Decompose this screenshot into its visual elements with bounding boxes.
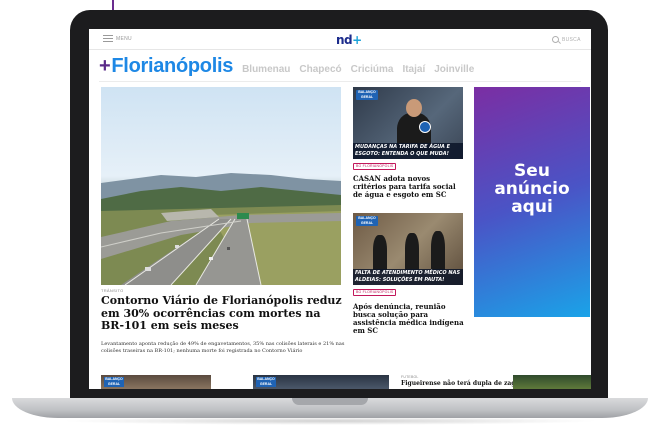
city-tab-chapeco[interactable]: Chapecó: [299, 64, 341, 75]
logo-text: nd: [336, 33, 353, 47]
balanco-geral-badge: BALANÇO GERAL: [356, 90, 378, 100]
main-story-kicker: TRÂNSITO: [101, 288, 124, 293]
main-story-title[interactable]: Contorno Viário de Florianópolis reduz e…: [101, 294, 346, 333]
side-story-image-2[interactable]: BALANÇO GERAL FALTA DE ATENDIMENTO MÉDIC…: [353, 213, 463, 285]
city-tab-criciuma[interactable]: Criciúma: [351, 64, 394, 75]
nav-divider: [99, 81, 581, 82]
bottom-story-image-2[interactable]: BALANÇO GERAL: [253, 375, 389, 389]
reporter-head: [406, 99, 422, 117]
browser-screen: MENU nd+ BUSCA +Florianópolis Blumenau C…: [89, 29, 591, 389]
balanco-geral-badge: BALANÇO GERAL: [356, 216, 378, 226]
search-label: BUSCA: [562, 36, 581, 43]
hamburger-icon: [103, 35, 113, 42]
city-tab-blumenau[interactable]: Blumenau: [242, 64, 290, 75]
site-header: MENU nd+ BUSCA: [89, 29, 591, 50]
laptop-shadow: [60, 417, 600, 425]
search-icon: [552, 36, 559, 43]
menu-button[interactable]: MENU: [103, 35, 132, 42]
city-tab-label: Florianópolis: [111, 55, 234, 77]
laptop-notch: [292, 398, 368, 405]
side-story-tag-2[interactable]: BG FLORIANÓPOLIS: [353, 289, 397, 296]
menu-label: MENU: [116, 35, 132, 42]
site-logo[interactable]: nd+: [336, 33, 362, 47]
search-button[interactable]: BUSCA: [552, 36, 581, 43]
city-tab-itajai[interactable]: Itajaí: [402, 64, 425, 75]
city-tab-joinville[interactable]: Joinville: [434, 64, 474, 75]
ad-text: Seu anúncio aqui: [494, 161, 570, 217]
side-story-tag-1[interactable]: BG FLORIANÓPOLIS: [353, 163, 397, 170]
balanco-geral-badge: BALANÇO GERAL: [104, 377, 124, 387]
person-figure: [373, 235, 387, 271]
bottom-story-image-1[interactable]: BALANÇO GERAL: [101, 375, 211, 389]
side-story-title-1[interactable]: CASAN adota novos critérios para tarifa …: [353, 175, 465, 199]
bottom-story-title[interactable]: Figueirense não terá dupla de zaga: [401, 380, 519, 387]
main-story-image[interactable]: [101, 87, 341, 285]
bottom-story-kicker: FUTEBOL: [401, 375, 419, 379]
microphone-icon: [419, 121, 431, 133]
person-figure: [405, 233, 419, 271]
logo-plus: +: [352, 33, 362, 47]
balanco-geral-badge: BALANÇO GERAL: [256, 377, 276, 387]
side-story-image-1[interactable]: BALANÇO GERAL MUDANÇAS NA TARIFA DE ÁGUA…: [353, 87, 463, 159]
main-story-subtitle: Levantamento aponta redução de 49% de en…: [101, 341, 345, 354]
bottom-story-image-4[interactable]: [513, 375, 591, 389]
side-story-title-2[interactable]: Após denúncia, reunião busca solução par…: [353, 303, 465, 335]
video-caption: FALTA DE ATENDIMENTO MÉDICO NAS ALDEIAS:…: [353, 269, 463, 285]
ad-banner[interactable]: Seu anúncio aqui: [474, 87, 590, 317]
city-nav: +Florianópolis Blumenau Chapecó Criciúma…: [99, 55, 474, 77]
video-caption: MUDANÇAS NA TARIFA DE ÁGUA E ESGOTO: ENT…: [353, 143, 463, 159]
highway-photo: [101, 173, 341, 285]
plus-icon: +: [99, 55, 111, 77]
city-tab-florianopolis[interactable]: +Florianópolis: [99, 55, 233, 78]
person-figure: [431, 231, 445, 271]
